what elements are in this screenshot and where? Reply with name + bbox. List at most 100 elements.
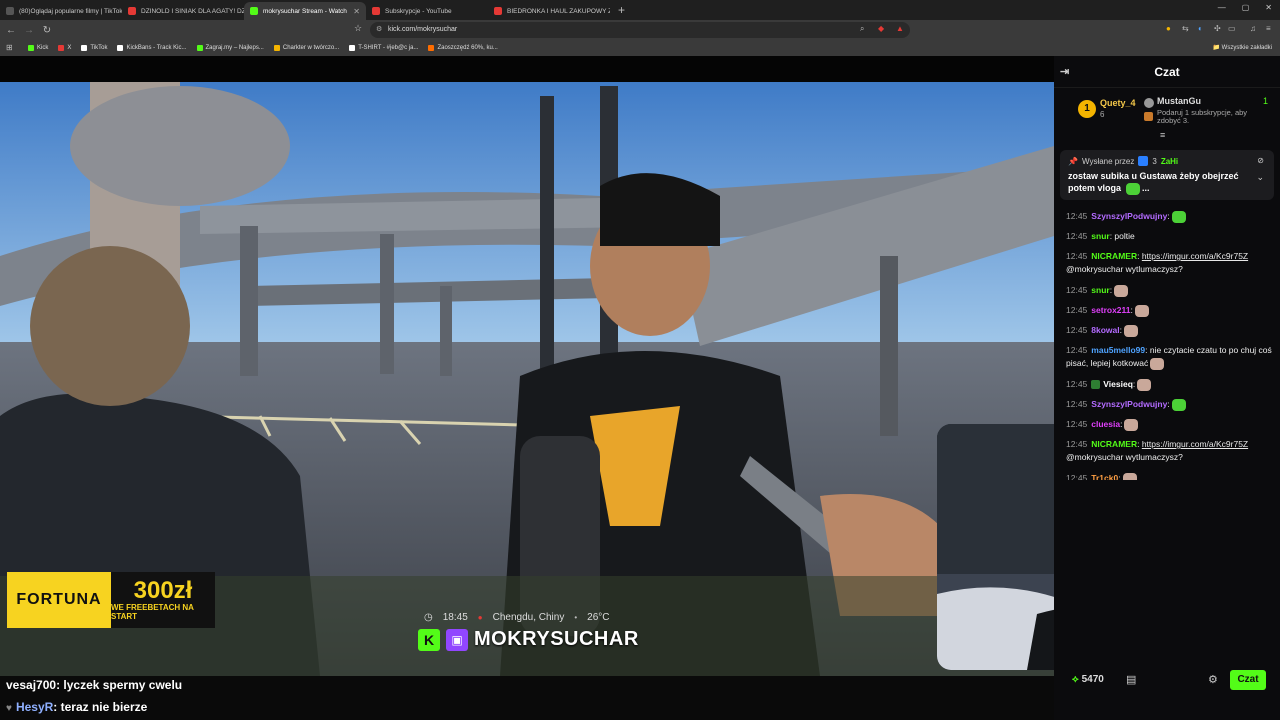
video-player[interactable]: FORTUNA 300zł WE FREEBETACH NA START ◷ 1… xyxy=(0,56,1054,676)
chat-message: 12:45 NICRAMER: https://imgur.com/a/Kc9r7… xyxy=(1066,250,1272,276)
clock-icon: ◷ xyxy=(424,612,433,623)
collapse-chat-icon[interactable]: ⇥ xyxy=(1060,65,1069,78)
chevron-down-icon[interactable]: ⌄ xyxy=(1256,172,1264,183)
message-username[interactable]: Tr1ck0 xyxy=(1091,473,1118,480)
sidebar-icon[interactable]: ▭ xyxy=(1228,24,1236,33)
message-link[interactable]: https://imgur.com/a/Kc9r75Z xyxy=(1142,251,1248,261)
message-text-cont: @mokrysuchar wytlumaczysz? xyxy=(1066,452,1183,462)
forward-icon[interactable]: → xyxy=(22,25,36,36)
tab-favicon-icon xyxy=(494,7,502,15)
message-username[interactable]: mau5mello99 xyxy=(1091,345,1145,355)
tab-title: DZINOLD I SINIAK DLA AGATY! DZIN xyxy=(141,7,244,15)
sponsor-subtext: WE FREEBETACH NA START xyxy=(111,603,194,621)
all-bookmarks-link[interactable]: 📁 Wszystkie zakładki xyxy=(1213,44,1272,51)
extension-icon[interactable]: ● xyxy=(1166,24,1171,33)
browser-tab[interactable]: BIEDRONKA I HAUL ZAKUPOWY Z SI xyxy=(488,2,610,20)
url-field[interactable]: ⚙ kick.com/mokrysuchar xyxy=(370,22,910,38)
points-value: 5470 xyxy=(1081,674,1104,685)
chat-message: 12:45 SzynszylPodwujny: xyxy=(1066,210,1272,223)
media-icon[interactable]: ♫ xyxy=(1250,24,1256,33)
bookmark-item[interactable]: Zaoszczędź 60%, ku... xyxy=(428,45,498,51)
chat-messages: 12:45 SzynszylPodwujny: 12:45 snur: poltie 1… xyxy=(1054,206,1280,480)
sponsor-promo: 300zł WE FREEBETACH NA START xyxy=(111,572,215,628)
brave-shield-icon[interactable]: ◆ xyxy=(878,24,884,33)
browser-tab[interactable]: DZINOLD I SINIAK DLA AGATY! DZIN xyxy=(122,2,244,20)
message-text: : xyxy=(1167,399,1170,409)
leaderboard-user-1[interactable]: Quety_4 xyxy=(1100,98,1136,108)
browser-tab[interactable]: Subskrypcje - YouTube xyxy=(366,2,488,20)
bookmark-item[interactable]: Charkter w twórczo... xyxy=(273,45,339,51)
message-username[interactable]: snur xyxy=(1091,231,1109,241)
minimize-icon[interactable]: — xyxy=(1218,3,1226,12)
stream-location: Chengdu, Chiny xyxy=(492,612,565,623)
message-text: : xyxy=(1109,285,1113,295)
zoom-icon[interactable]: ⌕ xyxy=(860,24,864,34)
hide-pin-icon[interactable]: ⊘ xyxy=(1257,156,1264,165)
pinned-user[interactable]: ZaHi xyxy=(1161,157,1178,166)
emote-icon xyxy=(1134,304,1149,317)
reload-icon[interactable]: ↻ xyxy=(40,25,54,36)
message-username[interactable]: snur xyxy=(1091,285,1109,295)
bookmark-label: Zagraj.my – Najleps... xyxy=(205,45,264,51)
message-time: 12:45 xyxy=(1066,285,1088,295)
stream-time: 18:45 xyxy=(442,612,468,623)
rank-medal-icon: 1 xyxy=(1078,100,1096,118)
settings-icon[interactable]: ⚙ xyxy=(1208,673,1218,686)
menu-icon[interactable]: ≡ xyxy=(1266,24,1271,33)
twitch-logo-icon: ▣ xyxy=(446,628,468,651)
message-username[interactable]: 8kowal xyxy=(1091,325,1119,335)
bookmark-item[interactable]: X xyxy=(58,45,71,51)
message-username[interactable]: NICRAMER xyxy=(1091,439,1137,449)
browser-tab[interactable]: (80)Oglądaj popularne filmy | TikTok xyxy=(0,2,122,20)
apps-grid-icon[interactable]: ⊞ xyxy=(6,43,13,52)
bookmark-item[interactable]: KickBans - Track Kic... xyxy=(117,45,187,51)
user-avatar-icon xyxy=(1144,98,1154,108)
bookmark-favicon-icon xyxy=(196,45,203,51)
site-info-icon[interactable]: ⚙ xyxy=(376,22,382,38)
bookmark-item[interactable]: T-SHIRT - #jeb@c ja... xyxy=(349,45,418,51)
expand-leaderboard-icon[interactable]: ≡ xyxy=(1160,130,1165,140)
extensions-puzzle-icon[interactable]: ✣ xyxy=(1214,24,1221,33)
emote-icon xyxy=(1124,418,1139,431)
emote-icon xyxy=(1114,284,1129,297)
close-window-icon[interactable]: ✕ xyxy=(1265,3,1272,12)
message-username[interactable]: SzynszylPodwujny xyxy=(1091,211,1167,221)
bookmark-favicon-icon xyxy=(58,45,65,51)
rewards-icon[interactable]: ▲ xyxy=(896,24,904,33)
message-time: 12:45 xyxy=(1066,419,1088,429)
message-username[interactable]: NICRAMER xyxy=(1091,251,1137,261)
back-icon[interactable]: ← xyxy=(4,25,18,36)
extension3-icon[interactable]: ◐ xyxy=(1198,24,1203,33)
bookmark-label: X xyxy=(67,45,72,51)
emote-icon xyxy=(1125,182,1140,195)
tab-title: Subskrypcje - YouTube xyxy=(385,7,452,15)
message-link[interactable]: https://imgur.com/a/Kc9r75Z xyxy=(1142,439,1248,449)
message-username[interactable]: cluesia xyxy=(1091,419,1120,429)
bookmark-item[interactable]: Kick xyxy=(28,45,48,51)
message-text: : xyxy=(1130,305,1133,315)
tab-title: mokrysuchar Stream - Watch xyxy=(263,7,347,15)
new-tab-button[interactable]: + xyxy=(610,2,633,20)
bookmark-page-icon[interactable]: ☆ xyxy=(354,23,362,34)
bookmark-item[interactable]: Zagraj.my – Najleps... xyxy=(196,45,264,51)
bookmark-item[interactable]: TikTok xyxy=(81,45,107,51)
message-username[interactable]: SzynszylPodwujny xyxy=(1091,399,1167,409)
bookmark-label: T-SHIRT - #jeb@c ja... xyxy=(358,45,419,51)
close-tab-icon[interactable]: ✕ xyxy=(353,7,360,16)
browser-tab[interactable]: mokrysuchar Stream - Watch ✕ xyxy=(244,2,366,20)
heart-icon: ♥ xyxy=(6,703,12,714)
store-icon[interactable]: ▤ xyxy=(1126,673,1136,686)
channel-points[interactable]: ⟡ 5470 xyxy=(1072,674,1104,685)
pinned-message[interactable]: 📌 Wysłane przez 3 ZaHi ⊘ zostaw subika u… xyxy=(1060,150,1274,200)
message-username[interactable]: Viesieq xyxy=(1103,379,1133,389)
extension2-icon[interactable]: ⇆ xyxy=(1182,24,1189,33)
send-chat-button[interactable]: Czat xyxy=(1230,670,1266,690)
maximize-icon[interactable]: ▢ xyxy=(1242,3,1250,12)
sponsor-banner[interactable]: FORTUNA 300zł WE FREEBETACH NA START xyxy=(7,572,215,628)
streamer-nameplate: K ▣ MOKRYSUCHAR xyxy=(418,628,639,651)
tab-favicon-icon xyxy=(128,7,136,15)
all-bookmarks-label: Wszystkie zakładki xyxy=(1221,45,1272,51)
chat-footer: ⟡ 5470 ▤ ⚙ Czat xyxy=(1054,668,1280,694)
message-username[interactable]: setrox211 xyxy=(1091,305,1130,315)
leaderboard-user-2[interactable]: MustanGu xyxy=(1157,96,1201,106)
